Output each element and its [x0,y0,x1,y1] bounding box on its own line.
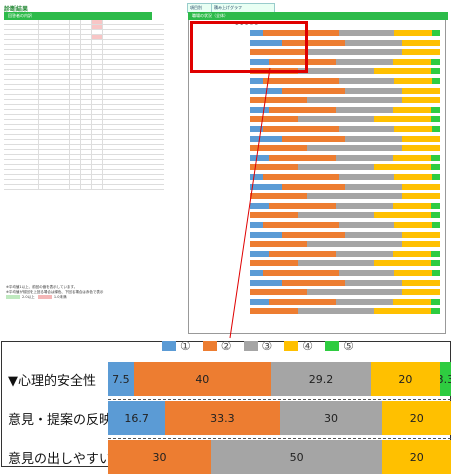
zoom-legend-item-5: ⑤ [325,339,354,353]
zoom-row-label: ▼心理的安全性 [8,374,96,389]
zoom-row-bar: 7.5 40 29.2 20 3.3 [108,362,451,396]
zoom-bar-segment: 20 [382,440,451,474]
zoom-bar-segment: 20 [371,362,440,396]
zoom-bar-segment: 7.5 [108,362,134,396]
zoom-bar-segment: 40 [133,362,271,396]
zoom-row-bar: 30 50 20 [108,440,451,474]
zoom-bar-segment: 30 [279,401,383,435]
zoom-bar-segment: 20 [382,401,451,435]
zoom-legend: ① ② ③ ④ ⑤ [162,338,354,354]
zoom-legend-item-2: ② [202,339,232,353]
zoom-bar-segment: 29.2 [270,362,372,396]
zoom-legend-item-4: ④ [284,339,313,353]
zoom-bar-segment: 33.3 [165,401,280,435]
zoom-bar-segment: 30 [108,440,211,474]
zoom-row-bar: 16.7 33.3 30 20 [108,401,451,435]
zoom-bar-segment: 3.3 [439,362,451,396]
zoom-legend-item-1: ① [162,339,191,353]
zoom-legend-item-3: ③ [243,339,272,353]
zoom-bar-segment: 16.7 [108,401,166,435]
zoom-bar-segment: 50 [210,440,383,474]
